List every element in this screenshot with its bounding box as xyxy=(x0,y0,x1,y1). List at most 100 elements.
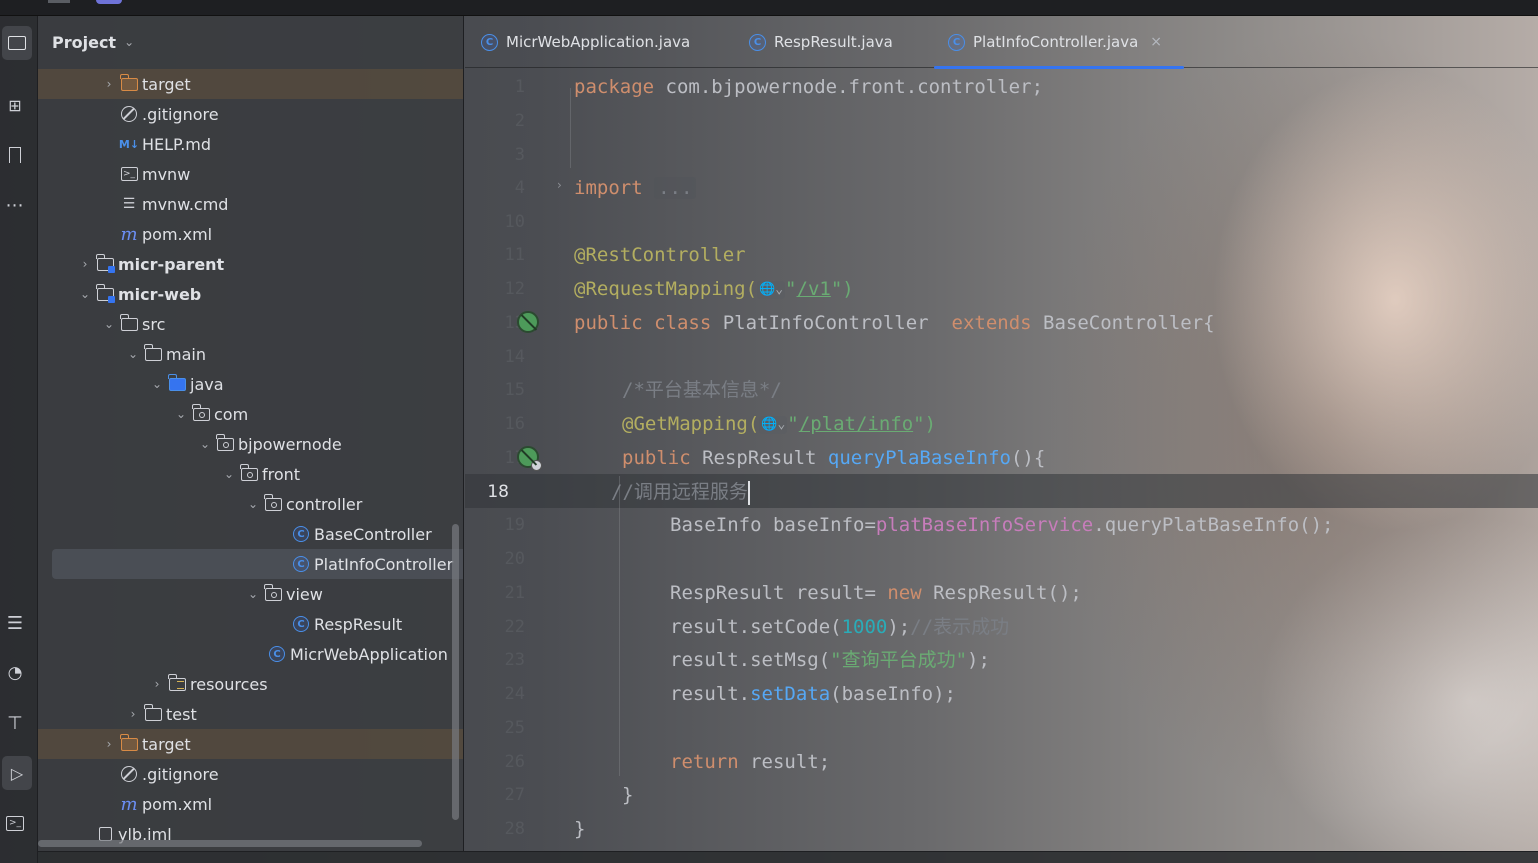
fold-expand-icon[interactable]: › xyxy=(557,178,562,192)
chevron-right-icon[interactable]: › xyxy=(100,77,118,91)
module-folder-icon xyxy=(94,253,116,273)
tree-item-label: src xyxy=(142,314,166,334)
structure-tool-icon[interactable]: ⊞ xyxy=(0,88,30,122)
todo-list-icon[interactable]: ☰ xyxy=(0,606,30,640)
tree-item-main[interactable]: ⌄ main xyxy=(38,339,463,369)
comment-token: //调用远程服务 xyxy=(611,481,748,503)
line-number: 13 xyxy=(504,313,525,333)
project-tool-icon[interactable] xyxy=(2,26,32,60)
code-token: (){ xyxy=(1010,447,1046,469)
tree-item-java[interactable]: ⌄ java xyxy=(38,369,463,399)
tree-item-com[interactable]: ⌄ com xyxy=(38,399,463,429)
chevron-right-icon[interactable]: › xyxy=(124,707,142,721)
tree-item-platinfocontroller[interactable]: C PlatInfoController xyxy=(52,549,463,579)
more-tools-icon[interactable]: ⋯ xyxy=(0,188,30,222)
chevron-down-icon[interactable]: ⌄ xyxy=(196,437,214,451)
tree-item-gitignore[interactable]: .gitignore xyxy=(38,759,463,789)
class-icon: C xyxy=(290,525,312,543)
tree-item-help-md[interactable]: M↓ HELP.md xyxy=(38,129,463,159)
code-line-annotation: @RestController xyxy=(574,238,746,272)
code-editor[interactable]: 1 2 3 4 10 11 12 13 14 15 16 17 18 19 20… xyxy=(465,68,1538,851)
code-line-get-mapping: @GetMapping(🌐⌄ "/plat/info") xyxy=(622,407,936,441)
tab-micrwebapplication[interactable]: C MicrWebApplication.java xyxy=(465,16,690,68)
tab-respresult[interactable]: C RespResult.java xyxy=(733,16,893,68)
code-token: com.bjpowernode.front.controller; xyxy=(654,76,1044,98)
chevron-down-icon[interactable]: ⌄ xyxy=(172,407,190,421)
terminal-tool-icon[interactable]: >_ xyxy=(0,806,30,840)
tree-item-micr-web[interactable]: ⌄ micr-web xyxy=(38,279,463,309)
project-vertical-scrollbar[interactable] xyxy=(452,524,459,820)
field-token: platBaseInfoService xyxy=(875,514,1094,536)
project-panel-header[interactable]: Project ⌄ xyxy=(38,16,463,68)
project-widget[interactable] xyxy=(96,0,122,4)
tab-platinfocontroller[interactable]: C PlatInfoController.java × xyxy=(932,16,1184,69)
close-tab-icon[interactable]: × xyxy=(1150,34,1162,50)
chevron-right-icon[interactable]: › xyxy=(76,257,94,271)
type-token: RespResult xyxy=(690,447,828,469)
profiler-gauge-icon[interactable]: ◔ xyxy=(0,656,30,690)
method-name-token: queryPlaBaseInfo xyxy=(827,447,1011,469)
indent-guide xyxy=(570,88,571,168)
tree-item-pom-xml[interactable]: m pom.xml xyxy=(38,789,463,819)
tab-label: PlatInfoController.java xyxy=(973,33,1139,51)
tree-item-label: HELP.md xyxy=(142,134,212,154)
tree-item-mvnw-cmd[interactable]: ☰ mvnw.cmd xyxy=(38,189,463,219)
build-hammer-icon[interactable]: ⊤ xyxy=(0,706,30,740)
spring-endpoint-gutter-icon[interactable] xyxy=(517,446,542,471)
line-number: 27 xyxy=(504,785,525,805)
package-icon xyxy=(190,403,212,423)
chevron-right-icon[interactable]: › xyxy=(100,737,118,751)
tree-item-target[interactable]: › target xyxy=(38,69,463,99)
activity-bar: ⊞ ⋯ ☰ ◔ ⊤ ▷ >_ xyxy=(0,16,38,863)
chevron-down-icon[interactable]: ⌄ xyxy=(148,377,166,391)
project-horizontal-scrollbar[interactable] xyxy=(38,840,422,847)
tree-item-resources[interactable]: › resources xyxy=(38,669,463,699)
chevron-down-icon[interactable]: ⌄ xyxy=(220,467,238,481)
tree-item-controller[interactable]: ⌄ controller xyxy=(38,489,463,519)
folder-icon xyxy=(142,703,164,723)
web-endpoint-inlay-icon[interactable]: 🌐⌄ xyxy=(757,280,786,299)
code-token: ); xyxy=(967,649,990,671)
code-line-close-method: } xyxy=(622,778,633,812)
line-number: 20 xyxy=(504,549,525,569)
folder-excluded-icon xyxy=(118,733,140,753)
tree-item-micrwebapplication[interactable]: C MicrWebApplication xyxy=(38,639,463,669)
tree-item-gitignore[interactable]: .gitignore xyxy=(38,99,463,129)
tree-item-view[interactable]: ⌄ view xyxy=(38,579,463,609)
web-endpoint-inlay-icon[interactable]: 🌐⌄ xyxy=(759,415,788,434)
services-run-icon[interactable]: ▷ xyxy=(2,756,32,790)
tree-item-front[interactable]: ⌄ front xyxy=(38,459,463,489)
tree-item-basecontroller[interactable]: C BaseController xyxy=(38,519,463,549)
url-link[interactable]: /v1 xyxy=(797,278,831,300)
chevron-down-icon[interactable]: ⌄ xyxy=(244,497,262,511)
keyword-token: new xyxy=(887,582,922,604)
code-token: .queryPlatBaseInfo(); xyxy=(1093,514,1334,536)
chevron-right-icon[interactable]: › xyxy=(148,677,166,691)
line-number: 19 xyxy=(504,515,525,535)
annotation-token: @GetMapping( xyxy=(622,413,760,435)
bookmarks-tool-icon[interactable] xyxy=(0,138,30,172)
chevron-down-icon[interactable]: ⌄ xyxy=(244,587,262,601)
source-folder-icon xyxy=(166,373,188,393)
menu-indicator[interactable] xyxy=(48,0,70,3)
tree-item-test[interactable]: › test xyxy=(38,699,463,729)
tree-item-respresult[interactable]: C RespResult xyxy=(38,609,463,639)
folded-imports[interactable]: ... xyxy=(654,177,697,199)
spring-bean-gutter-icon[interactable] xyxy=(517,311,539,333)
url-link[interactable]: /plat/info xyxy=(799,413,913,435)
tree-item-src[interactable]: ⌄ src xyxy=(38,309,463,339)
tree-item-pom-xml[interactable]: m pom.xml xyxy=(38,219,463,249)
tree-item-target[interactable]: › target xyxy=(38,729,463,759)
chevron-down-icon[interactable]: ⌄ xyxy=(76,287,94,301)
chevron-down-icon[interactable]: ⌄ xyxy=(124,35,134,49)
chevron-down-icon[interactable]: ⌄ xyxy=(124,347,142,361)
tree-item-micr-parent[interactable]: › micr-parent xyxy=(38,249,463,279)
current-line-number: 18 xyxy=(487,482,509,502)
class-name-token: PlatInfoController xyxy=(711,312,952,334)
tree-item-mvnw[interactable]: >_ mvnw xyxy=(38,159,463,189)
tree-item-bjpowernode[interactable]: ⌄ bjpowernode xyxy=(38,429,463,459)
chevron-down-icon[interactable]: ⌄ xyxy=(100,317,118,331)
ignore-file-icon xyxy=(118,105,140,123)
indent-guide xyxy=(619,476,620,776)
code-line-return: return result; xyxy=(670,745,830,779)
